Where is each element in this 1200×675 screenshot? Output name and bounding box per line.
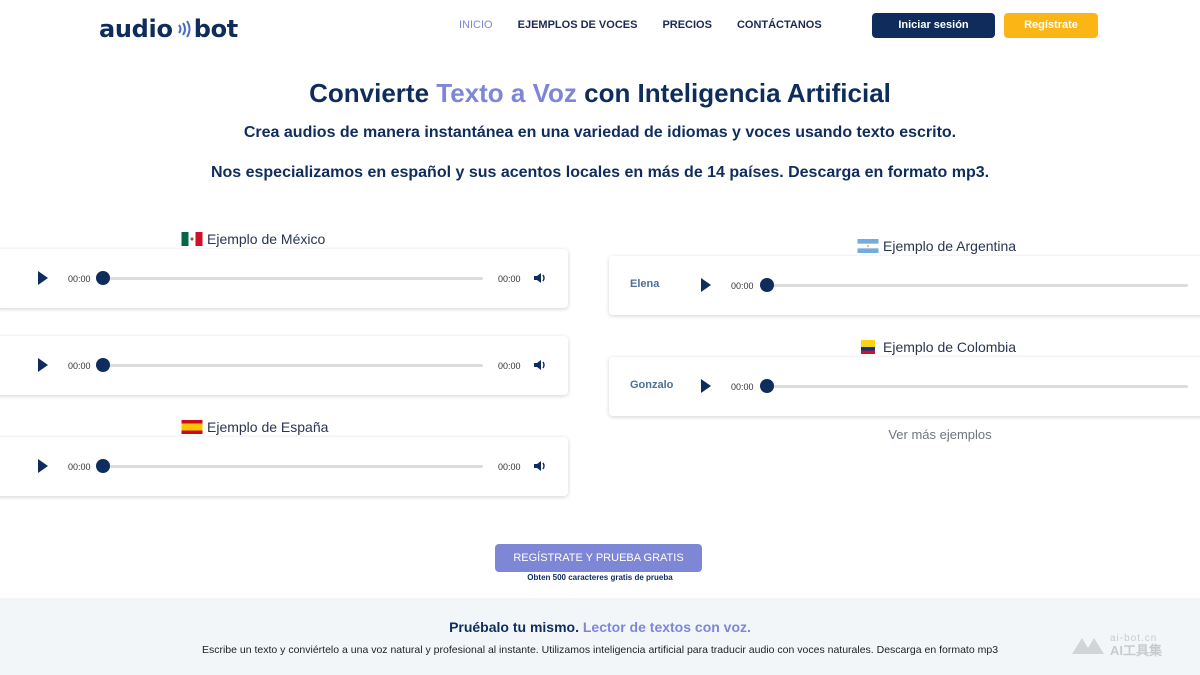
play-icon[interactable] xyxy=(38,358,48,372)
logo-text-bot: bot xyxy=(193,15,239,43)
progress-knob[interactable] xyxy=(760,278,774,292)
colombia-example-label: Ejemplo de Colombia xyxy=(857,339,1016,355)
hero-title-pre: Convierte xyxy=(309,78,437,108)
play-icon[interactable] xyxy=(701,379,711,393)
mexico-label-text: Ejemplo de México xyxy=(207,231,326,247)
watermark-bottom-text: AI工具集 xyxy=(1110,643,1163,658)
reader-title-highlight: Lector de textos con voz. xyxy=(582,619,751,635)
play-icon[interactable] xyxy=(701,278,711,292)
audio-player-mexico-2: 00:00 00:00 xyxy=(0,336,568,395)
volume-icon[interactable] xyxy=(533,271,547,285)
reader-title: Pruébalo tu mismo. Lector de textos con … xyxy=(0,619,1200,635)
free-characters-note: Obten 500 caracteres gratis de prueba xyxy=(527,573,673,582)
reader-description: Escribe un texto y conviértelo a una voz… xyxy=(201,644,999,656)
progress-track[interactable] xyxy=(767,284,1188,287)
volume-icon[interactable] xyxy=(533,358,547,372)
current-time: 00:00 xyxy=(68,274,91,284)
register-free-trial-button[interactable]: REGÍSTRATE Y PRUEBA GRATIS xyxy=(495,544,702,572)
progress-knob[interactable] xyxy=(96,459,110,473)
colombia-label-text: Ejemplo de Colombia xyxy=(883,339,1017,355)
argentina-example-label: Ejemplo de Argentina xyxy=(857,238,1016,254)
volume-icon[interactable] xyxy=(533,459,547,473)
nav-ejemplos-de-voces[interactable]: EJEMPLOS DE VOCES xyxy=(518,17,638,33)
sound-waves-icon xyxy=(177,20,191,38)
reader-section xyxy=(0,598,1200,675)
hero-subtitle-1: Crea audios de manera instantánea en una… xyxy=(243,124,957,141)
logo[interactable]: audio bot xyxy=(99,13,238,45)
see-more-examples-link[interactable]: Ver más ejemplos xyxy=(810,427,1070,442)
progress-knob[interactable] xyxy=(760,379,774,393)
nav-inicio[interactable]: INICIO xyxy=(459,17,493,33)
speaker-name: Gonzalo xyxy=(630,379,674,391)
espana-label-text: Ejemplo de España xyxy=(207,419,329,435)
login-button[interactable]: Iniciar sesión xyxy=(872,13,995,38)
hero-subtitle-2: Nos especializamos en español y sus acen… xyxy=(210,164,990,181)
progress-track[interactable] xyxy=(103,364,483,367)
hero-title: Convierte Texto a Voz con Inteligencia A… xyxy=(0,78,1200,109)
duration-time: 00:00 xyxy=(498,361,521,371)
hero-title-post: con Inteligencia Artificial xyxy=(576,78,891,108)
audio-player-espana-1: 00:00 00:00 xyxy=(0,437,568,496)
spain-flag-icon xyxy=(181,420,203,434)
logo-text-audio: audio xyxy=(99,15,173,43)
progress-track[interactable] xyxy=(103,465,483,468)
progress-knob[interactable] xyxy=(96,271,110,285)
main-nav: INICIO EJEMPLOS DE VOCES PRECIOS CONTÁCT… xyxy=(459,17,847,33)
current-time: 00:00 xyxy=(68,361,91,371)
progress-knob[interactable] xyxy=(96,358,110,372)
current-time: 00:00 xyxy=(68,462,91,472)
duration-time: 00:00 xyxy=(498,462,521,472)
current-time: 00:00 xyxy=(731,382,754,392)
mexico-example-label: Ejemplo de México xyxy=(181,231,325,247)
argentina-label-text: Ejemplo de Argentina xyxy=(883,238,1017,254)
play-icon[interactable] xyxy=(38,271,48,285)
watermark-logo-icon xyxy=(1072,638,1104,654)
current-time: 00:00 xyxy=(731,281,754,291)
watermark: ai-bot.cn AI工具集 xyxy=(1070,633,1162,657)
register-button[interactable]: Regístrate xyxy=(1004,13,1098,38)
mexico-flag-icon xyxy=(181,232,203,246)
progress-track[interactable] xyxy=(103,277,483,280)
audio-player-argentina-elena: Elena 00:00 xyxy=(609,256,1200,315)
colombia-flag-icon xyxy=(857,340,879,354)
reader-title-pre: Pruébalo tu mismo. xyxy=(449,619,583,635)
audio-player-colombia-gonzalo: Gonzalo 00:00 xyxy=(609,357,1200,416)
nav-contactanos[interactable]: CONTÁCTANOS xyxy=(737,17,822,33)
espana-example-label: Ejemplo de España xyxy=(181,419,328,435)
audio-player-mexico-1: 00:00 00:00 xyxy=(0,249,568,308)
progress-track[interactable] xyxy=(767,385,1188,388)
argentina-flag-icon xyxy=(857,239,879,253)
speaker-name: Elena xyxy=(630,278,660,290)
nav-precios[interactable]: PRECIOS xyxy=(662,17,712,33)
duration-time: 00:00 xyxy=(498,274,521,284)
hero-title-highlight: Texto a Voz xyxy=(436,78,577,108)
play-icon[interactable] xyxy=(38,459,48,473)
